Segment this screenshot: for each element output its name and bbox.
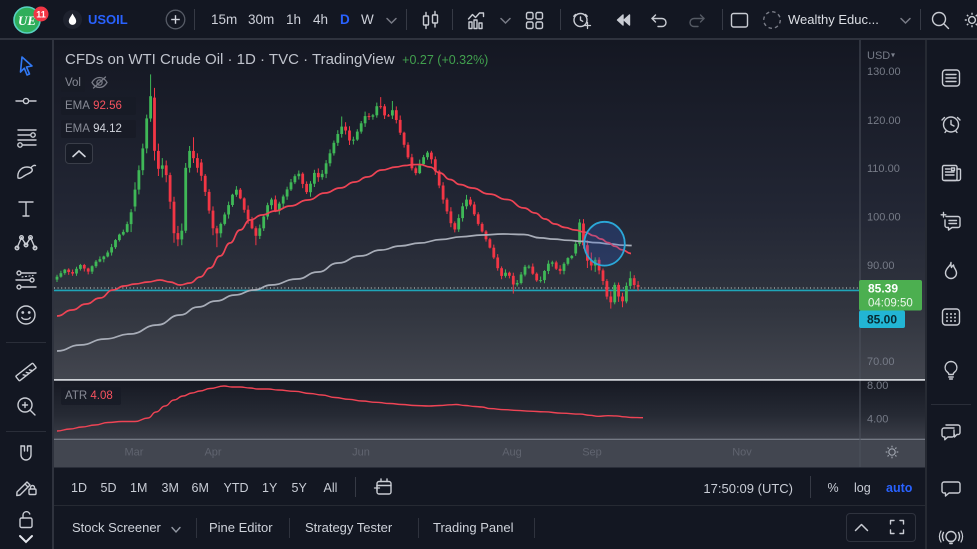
- svg-text:70.00: 70.00: [867, 356, 895, 368]
- svg-text:Mar: Mar: [125, 447, 144, 459]
- svg-text:8.00: 8.00: [867, 380, 888, 392]
- svg-text:Jun: Jun: [352, 447, 370, 459]
- svg-text:90.00: 90.00: [867, 260, 895, 272]
- svg-text:Nov: Nov: [732, 447, 752, 459]
- svg-text:USD: USD: [867, 50, 890, 62]
- svg-text:130.00: 130.00: [867, 66, 901, 78]
- svg-text:85.39: 85.39: [868, 282, 898, 296]
- svg-text:11: 11: [36, 9, 46, 19]
- svg-text:UE: UE: [18, 13, 36, 28]
- svg-text:Aug: Aug: [502, 447, 522, 459]
- svg-text:85.00: 85.00: [867, 313, 897, 327]
- svg-text:▾: ▾: [891, 51, 895, 60]
- svg-text:4.00: 4.00: [867, 414, 888, 426]
- svg-text:Sep: Sep: [582, 447, 602, 459]
- svg-text:Apr: Apr: [204, 447, 221, 459]
- svg-text:100.00: 100.00: [867, 211, 901, 223]
- svg-text:110.00: 110.00: [867, 163, 900, 175]
- svg-text:04:09:50: 04:09:50: [868, 298, 913, 310]
- svg-text:120.00: 120.00: [867, 115, 901, 127]
